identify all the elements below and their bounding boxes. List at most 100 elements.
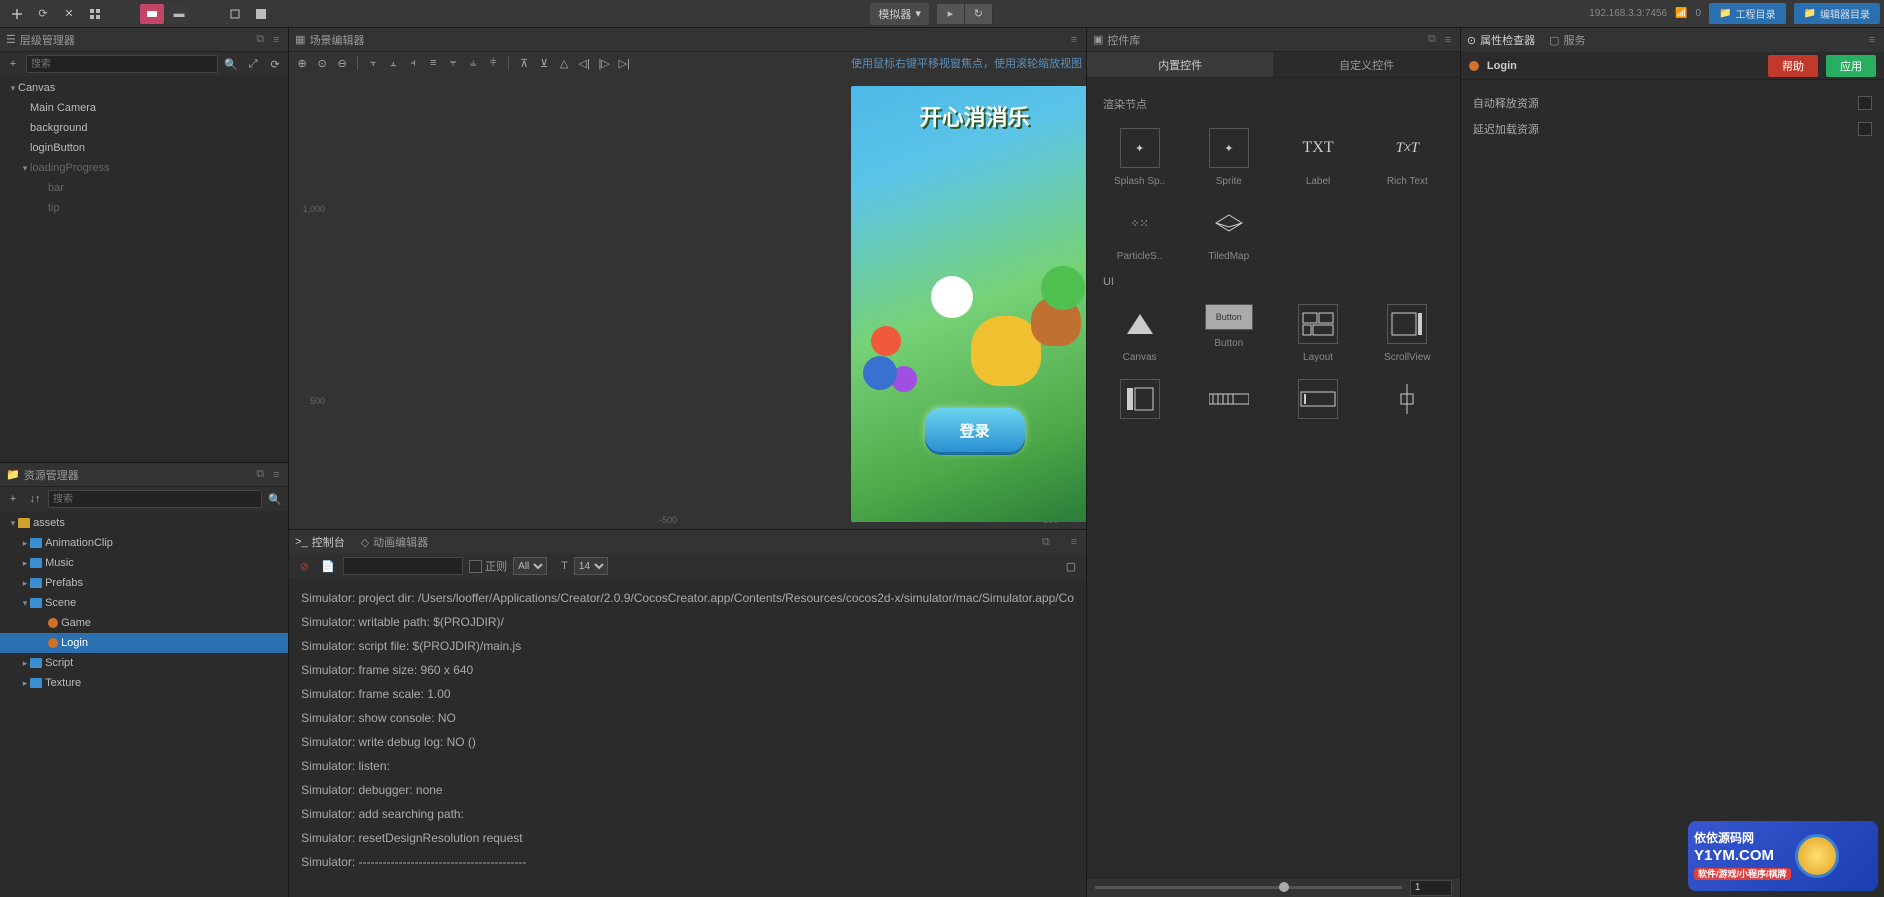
expand-icon[interactable]: ⤢	[244, 55, 262, 73]
tool-refresh[interactable]: ⟳	[32, 4, 54, 24]
tab-console[interactable]: >_ 控制台	[295, 534, 345, 550]
assets-folder[interactable]: ▸ Texture	[0, 673, 288, 693]
widget-label[interactable]: TXTLabel	[1277, 124, 1358, 191]
hierarchy-node[interactable]: background	[0, 118, 288, 138]
align-bottom-icon[interactable]: ⫩	[484, 54, 502, 72]
widget-splash-sprite[interactable]: ✦Splash Sp..	[1099, 124, 1180, 191]
open-log-button[interactable]: 📄	[319, 557, 337, 575]
popout-icon[interactable]: ⧉	[254, 34, 266, 46]
widget-item-6[interactable]	[1188, 375, 1269, 423]
zoom-out-icon[interactable]: ⊖	[333, 54, 351, 72]
menu-icon[interactable]: ≡	[1442, 34, 1454, 46]
widget-canvas[interactable]: Canvas	[1099, 300, 1180, 367]
hierarchy-search[interactable]	[26, 55, 218, 73]
widget-richtext[interactable]: TXTRich Text	[1367, 124, 1448, 191]
tool-3d-mode[interactable]: ▬	[168, 4, 190, 24]
dist-top-icon[interactable]: ⊼	[515, 54, 533, 72]
tab-inspector[interactable]: ⊙ 属性检查器	[1467, 32, 1535, 48]
align-right-icon[interactable]: ⫞	[404, 54, 422, 72]
assets-scene-file[interactable]: Game	[0, 613, 288, 633]
assets-folder[interactable]: ▸ Prefabs	[0, 573, 288, 593]
dist-bot-icon[interactable]: △	[555, 54, 573, 72]
add-node-button[interactable]: +	[4, 55, 22, 73]
assets-folder[interactable]: ▸ AnimationClip	[0, 533, 288, 553]
assets-search[interactable]	[48, 490, 262, 508]
align-center-v-icon[interactable]: ⫨	[464, 54, 482, 72]
project-dir-button[interactable]: 📁工程目录	[1709, 3, 1785, 24]
assets-scene-file[interactable]: Login	[0, 633, 288, 653]
hierarchy-node[interactable]: Main Camera	[0, 98, 288, 118]
widget-scrollview[interactable]: ScrollView	[1367, 300, 1448, 367]
menu-icon[interactable]: ≡	[270, 469, 282, 481]
widget-item-5[interactable]	[1099, 375, 1180, 423]
popout-icon[interactable]: ⧉	[1040, 536, 1052, 548]
hierarchy-node[interactable]: ▾Canvas	[0, 78, 288, 98]
tab-builtin-widgets[interactable]: 内置控件	[1087, 52, 1273, 77]
clear-console-button[interactable]: ⊘	[295, 557, 313, 575]
widget-item-7[interactable]	[1277, 375, 1358, 423]
zoom-slider[interactable]	[1095, 886, 1402, 889]
tool-2d-mode[interactable]	[140, 4, 164, 24]
menu-icon[interactable]: ≡	[270, 34, 282, 46]
zoom-value-input[interactable]	[1410, 880, 1452, 896]
reload-button[interactable]: ↻	[965, 4, 993, 24]
log-level-select[interactable]: All	[513, 557, 547, 575]
menu-icon[interactable]: ≡	[1866, 34, 1878, 46]
assets-folder[interactable]: ▸ Music	[0, 553, 288, 573]
hierarchy-node[interactable]: bar	[0, 178, 288, 198]
hierarchy-node[interactable]: tip	[0, 198, 288, 218]
apply-button[interactable]: 应用	[1826, 55, 1876, 77]
distribute-h-icon[interactable]: ≡	[424, 54, 442, 72]
auto-release-checkbox[interactable]	[1858, 96, 1872, 110]
sort-button[interactable]: ↓↑	[26, 490, 44, 508]
widget-sprite[interactable]: ✦Sprite	[1188, 124, 1269, 191]
step-end-icon[interactable]: ▷|	[615, 54, 633, 72]
hierarchy-node[interactable]: loginButton	[0, 138, 288, 158]
tab-custom-widgets[interactable]: 自定义控件	[1273, 52, 1459, 77]
widget-button[interactable]: ButtonButton	[1188, 300, 1269, 367]
console-output[interactable]: Simulator: project dir: /Users/looffer/A…	[289, 578, 1086, 897]
widget-tiledmap[interactable]: TiledMap	[1188, 199, 1269, 266]
refresh-icon[interactable]: ⟳	[266, 55, 284, 73]
tool-align-1[interactable]	[224, 4, 246, 24]
delay-load-checkbox[interactable]	[1858, 122, 1872, 136]
popout-icon[interactable]: ⧉	[1426, 34, 1438, 46]
tab-service[interactable]: ▢ 服务	[1549, 32, 1585, 48]
menu-icon[interactable]: ≡	[1068, 536, 1080, 548]
align-left-icon[interactable]: ⫟	[364, 54, 382, 72]
hierarchy-node[interactable]: ▾loadingProgress	[0, 158, 288, 178]
step-prev-icon[interactable]: ◁|	[575, 54, 593, 72]
console-filter-input[interactable]	[343, 557, 463, 575]
add-asset-button[interactable]: +	[4, 490, 22, 508]
simulator-dropdown[interactable]: 模拟器 ▾	[870, 3, 929, 25]
assets-root[interactable]: ▾ assets	[0, 513, 288, 533]
widget-layout[interactable]: Layout	[1277, 300, 1358, 367]
regex-checkbox[interactable]: 正则	[469, 558, 507, 574]
zoom-in-icon[interactable]: ⊕	[293, 54, 311, 72]
step-next-icon[interactable]: |▷	[595, 54, 613, 72]
assets-folder[interactable]: ▸ Script	[0, 653, 288, 673]
align-center-h-icon[interactable]: ⫠	[384, 54, 402, 72]
help-button[interactable]: 帮助	[1768, 55, 1818, 77]
zoom-fit-icon[interactable]: ⊙	[313, 54, 331, 72]
dist-mid-icon[interactable]: ⊻	[535, 54, 553, 72]
align-top-icon[interactable]: ⫧	[444, 54, 462, 72]
tool-align-2[interactable]	[250, 4, 272, 24]
font-size-select[interactable]: 14	[574, 557, 608, 575]
search-icon[interactable]: 🔍	[222, 55, 240, 73]
menu-icon[interactable]: ≡	[1068, 34, 1080, 46]
tab-animation-editor[interactable]: ◇ 动画编辑器	[361, 534, 428, 550]
login-button-preview[interactable]: 登录	[925, 408, 1025, 452]
popout-icon[interactable]: ⧉	[254, 469, 266, 481]
play-button[interactable]: ▸	[937, 4, 965, 24]
collapse-button[interactable]: ▢	[1062, 557, 1080, 575]
widget-particle[interactable]: ⁘⁙ParticleS..	[1099, 199, 1180, 266]
scene-canvas[interactable]: 1,000 500 -500 0 500 1,000	[289, 74, 1086, 529]
editor-dir-button[interactable]: 📁编辑器目录	[1794, 3, 1880, 24]
tool-add[interactable]	[6, 4, 28, 24]
assets-folder[interactable]: ▾ Scene	[0, 593, 288, 613]
tool-close[interactable]: ✕	[58, 4, 80, 24]
widget-item-8[interactable]	[1367, 375, 1448, 423]
tool-grid[interactable]	[84, 4, 106, 24]
game-preview[interactable]: 开心消消乐 登录	[851, 86, 1086, 522]
